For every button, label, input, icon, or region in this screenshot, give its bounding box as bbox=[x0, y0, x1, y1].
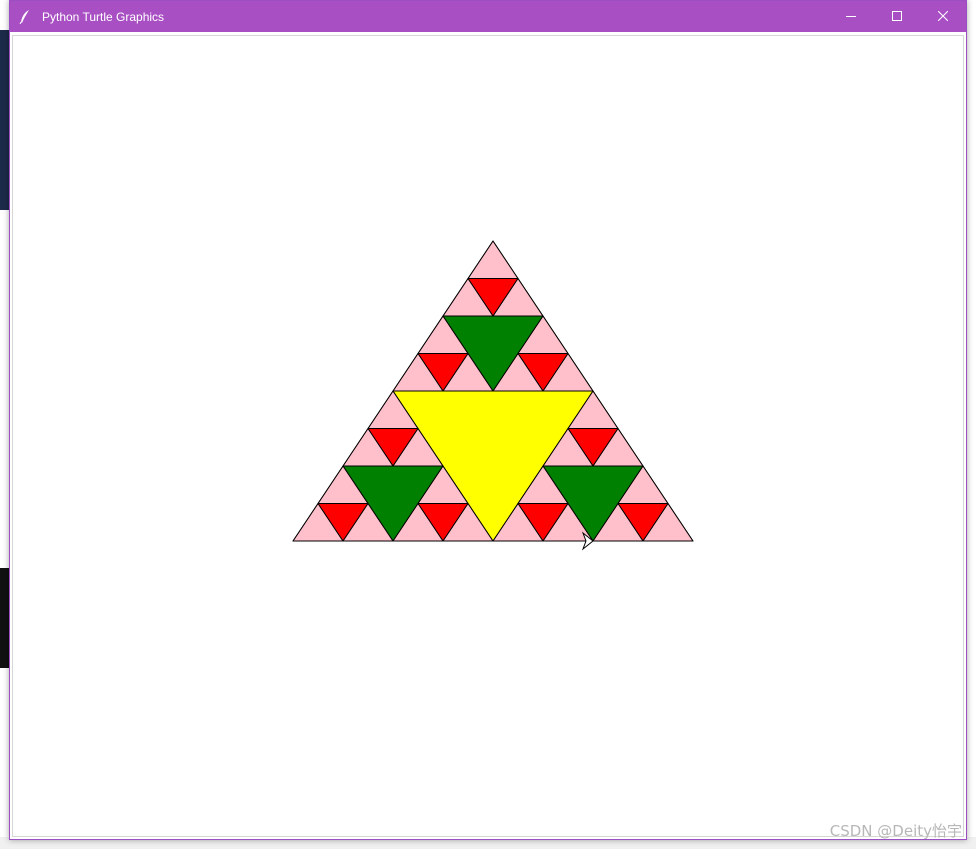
turtle-canvas[interactable] bbox=[12, 35, 964, 837]
close-button[interactable] bbox=[920, 1, 966, 32]
maximize-icon bbox=[892, 8, 902, 26]
turtle-window: Python Turtle Graphics bbox=[9, 0, 967, 840]
background-app-panel-2 bbox=[0, 568, 9, 668]
close-icon bbox=[937, 8, 949, 26]
maximize-button[interactable] bbox=[874, 1, 920, 32]
background-app-panel bbox=[0, 30, 9, 210]
title-bar[interactable]: Python Turtle Graphics bbox=[10, 1, 966, 32]
window-title: Python Turtle Graphics bbox=[42, 9, 165, 24]
background-app-edge-right bbox=[966, 0, 976, 849]
csdn-watermark: CSDN @Deity怡宇 bbox=[829, 822, 962, 840]
minimize-button[interactable] bbox=[828, 1, 874, 32]
minimize-icon bbox=[846, 8, 856, 26]
sierpinski-triangle-drawing bbox=[292, 240, 694, 551]
window-controls bbox=[828, 1, 966, 32]
feather-icon bbox=[18, 9, 32, 25]
